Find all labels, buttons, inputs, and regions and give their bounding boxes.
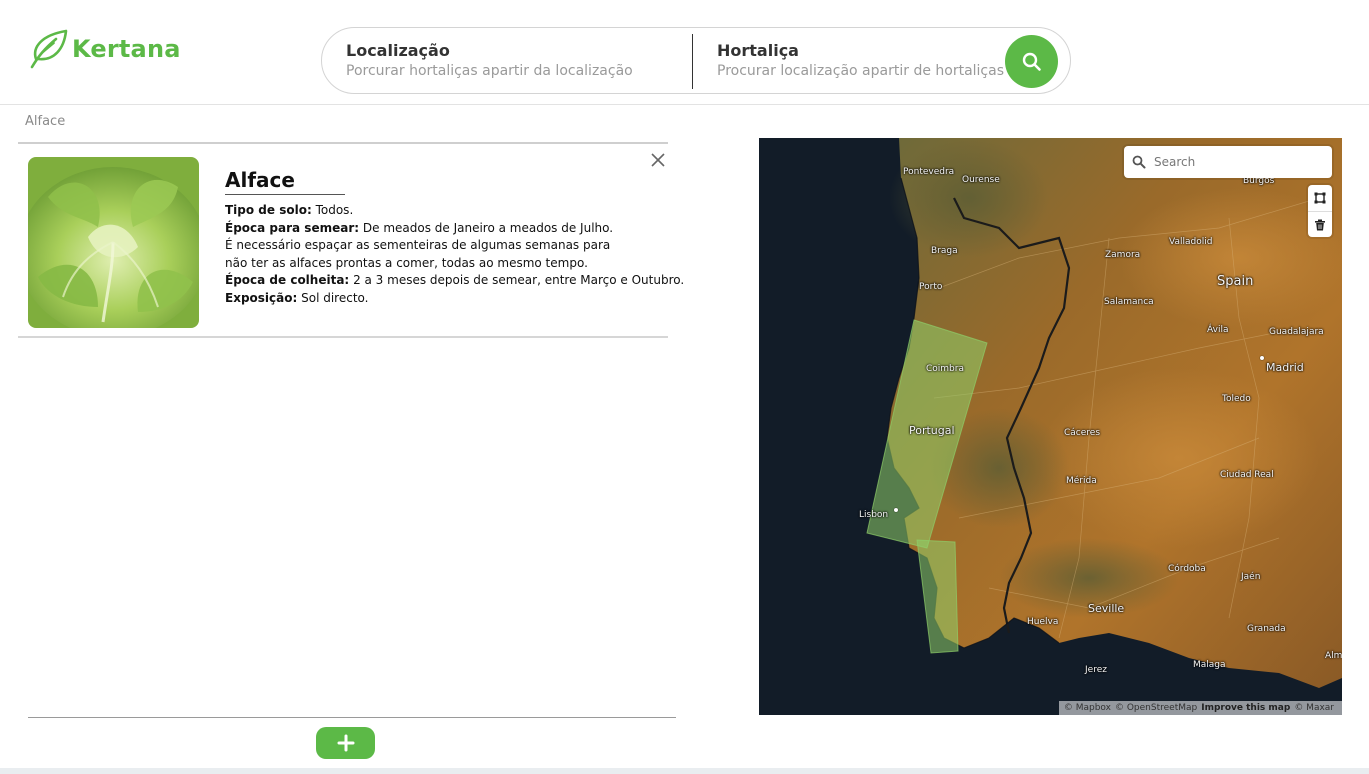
vegetable-details: Tipo de solo: Todos. Época para semear: … [225, 202, 684, 307]
map-label-caceres: Cáceres [1064, 428, 1101, 438]
map-search-input[interactable] [1154, 155, 1324, 169]
polygon-draw-button[interactable] [1308, 185, 1332, 211]
exposure-value: Sol directo. [301, 290, 369, 305]
vegetable-search-field[interactable]: Hortaliça Procurar localização apartir d… [717, 40, 1004, 80]
delete-shape-button[interactable] [1308, 211, 1332, 237]
vegetable-card: Alface Tipo de solo: Todos. Época para s… [18, 144, 684, 338]
header: Kertana Localização Porcurar hortaliças … [0, 0, 1369, 105]
soil-value: Todos. [315, 203, 354, 217]
list-divider-bottom [28, 717, 676, 718]
map-label-toledo: Toledo [1222, 394, 1251, 404]
leaf-icon [30, 29, 68, 69]
map-label-jaen: Jaén [1241, 572, 1261, 582]
map-label-coimbra: Coimbra [926, 364, 964, 374]
map-label-braga: Braga [931, 246, 958, 256]
city-dot [894, 508, 898, 512]
sowing-label: Época para semear: [225, 220, 360, 235]
location-search-field[interactable]: Localização Porcurar hortaliças apartir … [346, 40, 633, 80]
logo[interactable]: Kertana [26, 26, 181, 72]
location-search-placeholder: Porcurar hortaliças apartir da localizaç… [346, 63, 633, 79]
map-label-granada: Granada [1247, 624, 1286, 634]
plus-icon [337, 734, 354, 752]
map-label-cordoba: Córdoba [1168, 564, 1206, 574]
attribution-osm[interactable]: © OpenStreetMap [1115, 703, 1197, 713]
sowing-value: De meados de Janeiro a meados de Julho. [362, 220, 614, 235]
trash-icon [1315, 219, 1325, 230]
map-label-guadalajara: Guadalajara [1269, 327, 1324, 337]
map-label-huelva: Huelva [1027, 617, 1059, 627]
vegetable-search-placeholder: Procurar localização apartir de hortaliç… [717, 63, 1004, 79]
map-search [1124, 146, 1332, 178]
vegetable-title: Alface [225, 168, 345, 195]
vegetable-search-title: Hortaliça [717, 41, 799, 60]
sowing-note-line-2: não ter as alfaces prontas a comer, toda… [225, 255, 588, 270]
soil-label: Tipo de solo: [225, 203, 312, 217]
map-label-malaga: Malaga [1193, 660, 1226, 670]
map-label-seville: Seville [1088, 602, 1125, 615]
map-label-zamora: Zamora [1105, 250, 1141, 260]
breadcrumb[interactable]: Alface [25, 114, 65, 129]
map-draw-tools [1308, 185, 1332, 237]
improve-map-link[interactable]: Improve this map [1201, 703, 1290, 713]
map-label-portugal: Portugal [909, 424, 955, 437]
footer-bar [0, 768, 1369, 774]
search-icon [1132, 155, 1146, 169]
map-label-porto: Porto [919, 282, 943, 292]
map-label-madrid: Madrid [1266, 361, 1304, 374]
search-divider [692, 34, 693, 89]
map-label-ourense: Ourense [962, 175, 1000, 185]
close-icon[interactable] [650, 152, 666, 168]
harvest-value: 2 a 3 meses depois de semear, entre Març… [353, 273, 685, 287]
map-label-spain: Spain [1217, 274, 1254, 289]
map-attribution: © Mapbox © OpenStreetMap Improve this map ©… [1058, 701, 1342, 715]
map-label-valladolid: Valladolid [1169, 237, 1213, 247]
search-button[interactable] [1005, 35, 1058, 88]
brand-name: Kertana [72, 35, 181, 63]
map-label-jerez: Jerez [1085, 665, 1107, 675]
search-icon [1022, 52, 1041, 71]
attribution-maxar[interactable]: © Maxar [1294, 703, 1334, 713]
map-label-salamanca: Salamanca [1104, 297, 1154, 307]
harvest-label: Época de colheita: [225, 273, 350, 287]
map-label-avila: Ávila [1207, 325, 1229, 335]
map-label-pontevedra: Pontevedra [903, 167, 955, 177]
polygon-draw-icon [1314, 192, 1326, 204]
map[interactable]: Pontevedra Ourense Burgos Braga Porto Za… [759, 138, 1342, 715]
map-label-almeria: Alm [1325, 651, 1342, 661]
attribution-mapbox[interactable]: © Mapbox [1064, 703, 1111, 713]
map-label-ciudad-real: Ciudad Real [1220, 470, 1274, 480]
lettuce-photo [28, 157, 199, 328]
sowing-note-line-1: É necessário espaçar as sementeiras de a… [225, 238, 611, 252]
location-search-title: Localização [346, 41, 450, 60]
map-label-merida: Mérida [1066, 476, 1097, 486]
exposure-label: Exposição: [225, 290, 298, 305]
city-dot [1260, 356, 1264, 360]
map-label-lisbon: Lisbon [859, 510, 889, 520]
add-button[interactable] [316, 727, 375, 759]
search-bar: Localização Porcurar hortaliças apartir … [321, 27, 1071, 94]
